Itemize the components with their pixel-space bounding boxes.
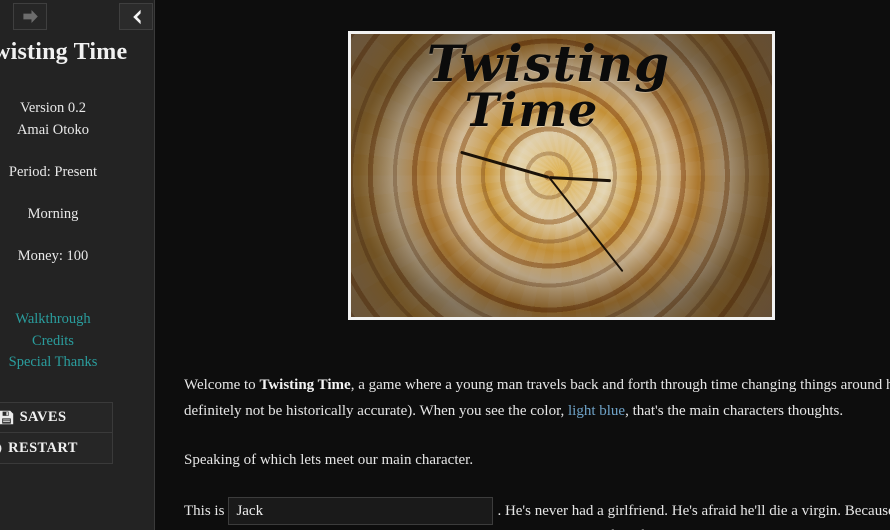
saves-button-label: SAVES xyxy=(19,409,67,425)
intro-text-a: Welcome to xyxy=(184,377,260,393)
restart-button[interactable]: RESTART xyxy=(0,433,112,463)
sidebar-toolbar xyxy=(0,3,154,32)
sidebar-title: Twisting Time xyxy=(0,39,128,65)
intro-text-c: definitely not be historically accurate)… xyxy=(184,403,568,419)
main-passage-area: Twisting Time Welcome to Twisting Time, … xyxy=(156,0,890,530)
floppy-disk-icon xyxy=(0,410,14,425)
main-passage-inner: Twisting Time Welcome to Twisting Time, … xyxy=(156,0,890,530)
this-is-label: This is xyxy=(184,503,225,519)
game-window: Twisting Time Version 0.2 Amai Otoko Per… xyxy=(0,0,890,530)
intro-paragraph-line-2: definitely not be historically accurate)… xyxy=(184,398,843,424)
restart-button-label: RESTART xyxy=(8,439,78,456)
restart-arrow-icon xyxy=(0,441,2,456)
intro-paragraph-line-1: Welcome to Twisting Time, a game where a… xyxy=(184,372,890,398)
sidebar-period: Period: Present xyxy=(8,164,98,180)
sidebar-actions: SAVES RESTART xyxy=(0,402,113,464)
sidebar-time-of-day: Morning xyxy=(27,206,79,222)
character-name-input[interactable] xyxy=(228,497,494,525)
speaking-paragraph: Speaking of which lets meet our main cha… xyxy=(184,452,474,468)
sidebar-link-credits[interactable]: Credits xyxy=(0,333,154,350)
character-description-line-2: matter how many arguments to events with… xyxy=(184,523,890,530)
sidebar-author: Amai Otoko xyxy=(16,122,90,138)
clock-hands xyxy=(351,34,772,317)
intro-text-d: , that's the main characters thoughts. xyxy=(625,403,844,419)
chevron-left-icon[interactable] xyxy=(119,3,153,30)
title-image: Twisting Time xyxy=(348,31,775,320)
sidebar-link-walkthrough[interactable]: Walkthrough xyxy=(0,311,154,328)
sidebar-link-special-thanks[interactable]: Special Thanks xyxy=(0,354,154,371)
sidebar-version: Version 0.2 xyxy=(19,100,87,116)
character-description-text: . He's never had a girlfriend. He's afra… xyxy=(497,503,890,519)
sidebar: Twisting Time Version 0.2 Amai Otoko Per… xyxy=(0,0,155,530)
forward-arrow-icon[interactable] xyxy=(13,3,47,30)
game-title-inline: Twisting Time xyxy=(259,377,351,393)
character-name-paragraph: This is . He's never had a girlfriend. He… xyxy=(184,497,890,525)
intro-text-b: , a game where a young man travels back … xyxy=(350,377,890,393)
saves-button[interactable]: SAVES xyxy=(0,403,112,433)
sidebar-money: Money: 100 xyxy=(17,248,89,264)
light-blue-sample-text: light blue xyxy=(567,403,626,419)
sidebar-inner: Twisting Time Version 0.2 Amai Otoko Per… xyxy=(0,0,154,530)
